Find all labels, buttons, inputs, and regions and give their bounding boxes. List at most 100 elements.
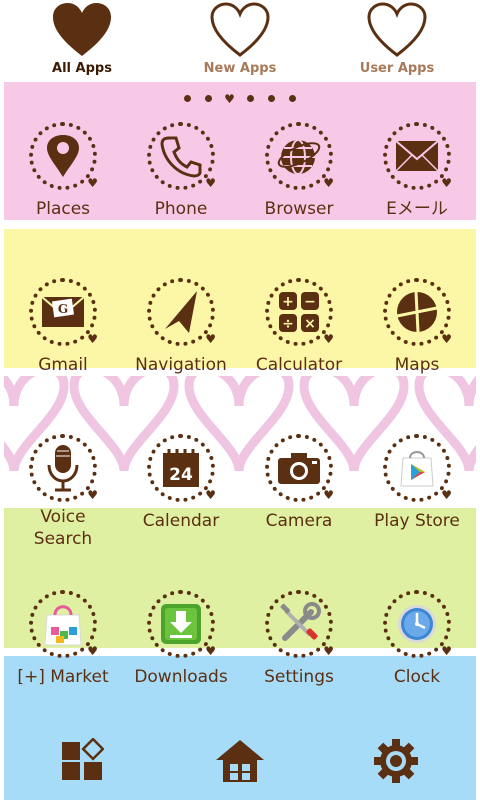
- app-play-store[interactable]: ♥ Play Store: [358, 434, 476, 532]
- heart-icon: ♥: [205, 176, 216, 190]
- app-places[interactable]: ♥ Places: [4, 122, 122, 220]
- app-icon-ring: ♥: [29, 434, 98, 502]
- page-dot[interactable]: [267, 95, 275, 102]
- filled-heart-icon: [53, 3, 111, 56]
- app-icon-ring: ♥: [383, 278, 452, 346]
- gear-icon: [374, 739, 418, 783]
- heart-icon: ♥: [441, 488, 452, 502]
- page-dot[interactable]: [288, 95, 296, 102]
- app-phone[interactable]: ♥ Phone: [122, 122, 240, 220]
- heart-icon: ♥: [441, 176, 452, 190]
- app-icon-ring: ♥: [147, 278, 216, 346]
- play-store-icon: [400, 451, 434, 487]
- heart-icon: ♥: [87, 332, 98, 346]
- download-icon: [161, 604, 201, 644]
- tab-user-apps[interactable]: User Apps: [337, 2, 457, 82]
- heart-icon: ♥: [205, 488, 216, 502]
- heart-icon: ♥: [205, 644, 216, 658]
- heart-icon: ♥: [441, 644, 452, 658]
- app-icon-ring: ♥: [147, 122, 216, 190]
- tab-label: User Apps: [359, 61, 435, 76]
- clock-icon: [398, 605, 436, 643]
- app-label: Navigation: [135, 355, 227, 375]
- heart-icon: ♥: [87, 176, 98, 190]
- tools-icon: [280, 602, 321, 641]
- app-calendar[interactable]: 24 ♥ Calendar: [122, 434, 240, 532]
- app-label: Gmail: [38, 355, 88, 375]
- app-navigation[interactable]: ♥ Navigation: [122, 278, 240, 376]
- app-label: Eメール: [386, 199, 448, 219]
- app-category-tabs: All Apps New Apps User Apps: [0, 0, 480, 82]
- app-icon-ring: G ♥: [29, 278, 98, 346]
- heart-icon: ♥: [205, 332, 216, 346]
- camera-icon: [278, 453, 320, 484]
- app-email[interactable]: ♥ Eメール: [358, 122, 476, 220]
- outline-heart-icon: [210, 2, 270, 57]
- app-icon-ring: + − ÷ × ♥: [265, 278, 334, 346]
- heart-icon: ♥: [87, 644, 98, 658]
- tab-new-apps[interactable]: New Apps: [180, 2, 300, 82]
- app-icon-ring: ♥: [265, 590, 334, 658]
- app-label: Play Store: [374, 511, 460, 531]
- shopping-bag-icon: [44, 605, 82, 646]
- app-market[interactable]: ♥ [+] Market: [4, 590, 122, 688]
- app-label: Voice Search: [33, 507, 93, 549]
- app-label: Browser: [264, 199, 334, 219]
- app-maps[interactable]: ♥ Maps: [358, 278, 476, 376]
- navigation-arrow-icon: [165, 291, 197, 333]
- page-indicator: ♥: [0, 88, 480, 105]
- app-label: Downloads: [134, 667, 228, 687]
- app-label: Phone: [154, 199, 208, 219]
- tab-all-apps[interactable]: All Apps: [22, 2, 142, 82]
- page-dot-current-heart-icon[interactable]: ♥: [224, 93, 235, 105]
- app-icon-ring: ♥: [383, 122, 452, 190]
- heart-icon: ♥: [87, 488, 98, 502]
- app-label: Places: [35, 199, 91, 219]
- app-label: Calculator: [255, 355, 343, 375]
- globe-icon: [277, 139, 321, 175]
- app-downloads[interactable]: ♥ Downloads: [122, 590, 240, 688]
- outline-heart-icon: [367, 2, 427, 57]
- app-icon-ring: ♥: [383, 434, 452, 502]
- heart-icon: ♥: [323, 332, 334, 346]
- page-dot[interactable]: [205, 95, 213, 102]
- tab-label: All Apps: [52, 61, 112, 76]
- app-icon-ring: ♥: [383, 590, 452, 658]
- settings-button[interactable]: [366, 738, 426, 788]
- tab-label: New Apps: [203, 61, 277, 76]
- svg-text:+: +: [282, 294, 294, 310]
- app-label: Calendar: [142, 511, 220, 531]
- calendar-day: 24: [169, 465, 193, 485]
- calendar-icon: 24: [163, 449, 199, 487]
- app-icon-ring: 24 ♥: [147, 434, 216, 502]
- maps-icon: [396, 291, 438, 333]
- app-label: Camera: [265, 511, 333, 531]
- app-label: [+] Market: [17, 667, 109, 687]
- app-icon-ring: ♥: [29, 122, 98, 190]
- app-gmail[interactable]: G ♥ Gmail: [4, 278, 122, 376]
- app-label: Maps: [394, 355, 440, 375]
- heart-icon: ♥: [441, 332, 452, 346]
- app-drawer-button[interactable]: [52, 738, 112, 788]
- app-browser[interactable]: ♥ Browser: [240, 122, 358, 220]
- calculator-icon: + − ÷ ×: [279, 292, 319, 332]
- app-drawer-icon: [62, 738, 104, 780]
- app-icon-ring: ♥: [265, 434, 334, 502]
- app-voice-search[interactable]: ♥ Voice Search: [4, 434, 122, 550]
- svg-text:−: −: [304, 294, 316, 310]
- app-clock[interactable]: ♥ Clock: [358, 590, 476, 688]
- page-dot[interactable]: [246, 95, 254, 102]
- app-label: Settings: [264, 667, 334, 687]
- app-camera[interactable]: ♥ Camera: [240, 434, 358, 532]
- heart-icon: ♥: [323, 644, 334, 658]
- app-settings[interactable]: ♥ Settings: [240, 590, 358, 688]
- heart-icon: ♥: [323, 176, 334, 190]
- gmail-icon: G: [41, 296, 85, 327]
- home-icon: [216, 740, 264, 782]
- svg-text:G: G: [58, 302, 68, 316]
- page-dot[interactable]: [184, 95, 192, 102]
- app-calculator[interactable]: + − ÷ × ♥ Calculator: [240, 278, 358, 376]
- app-label: Clock: [393, 667, 441, 687]
- home-button[interactable]: [210, 738, 270, 788]
- app-icon-ring: ♥: [147, 590, 216, 658]
